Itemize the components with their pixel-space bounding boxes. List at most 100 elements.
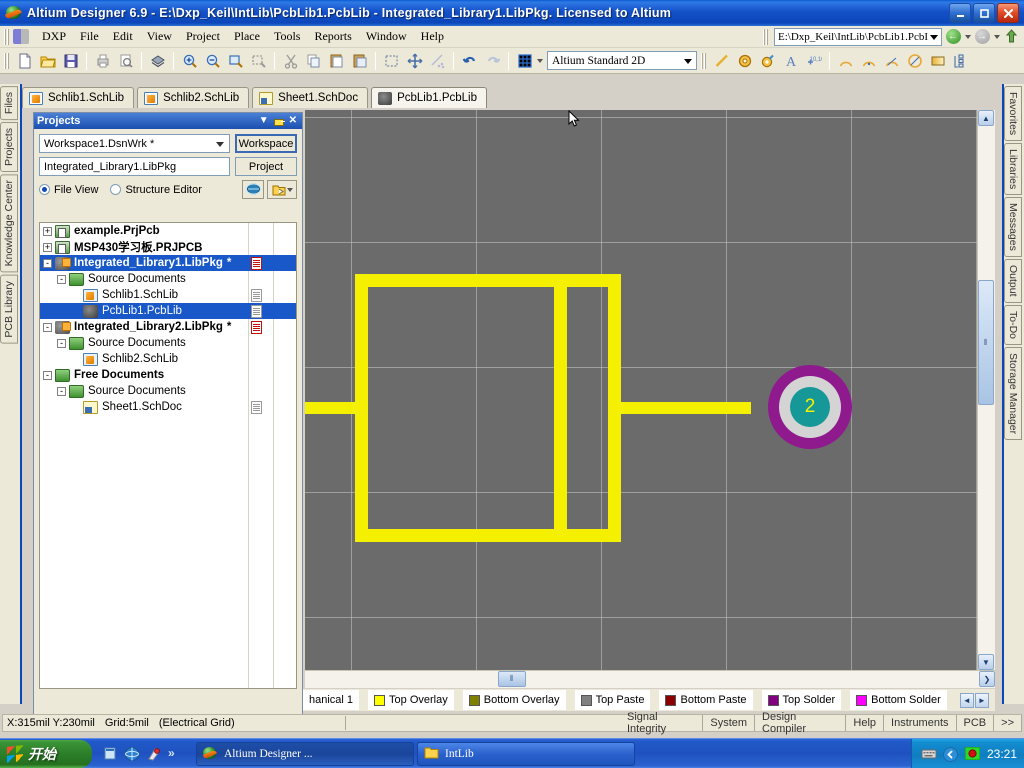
scroll-down-button[interactable]: ▼ [978, 654, 994, 670]
place-via-icon[interactable] [757, 50, 778, 71]
chevron-down-icon[interactable] [684, 59, 692, 64]
menu-item-file[interactable]: File [73, 27, 106, 46]
place-pad-icon[interactable] [734, 50, 755, 71]
zoom-in-icon[interactable] [179, 50, 200, 71]
tree-item[interactable]: - Integrated_Library2.LibPkg * [40, 319, 296, 335]
doc-tab-pcblib1[interactable]: PcbLib1.PcbLib [371, 87, 487, 108]
tree-item[interactable]: - Source Documents [40, 383, 296, 399]
sidebar-tab-messages[interactable]: Messages [1004, 197, 1022, 258]
view-configuration-select[interactable]: Altium Standard 2D [547, 51, 697, 70]
forward-dropdown-icon[interactable] [994, 34, 1000, 39]
copy-icon[interactable] [303, 50, 324, 71]
place-arc-edge-icon[interactable] [858, 50, 879, 71]
menu-item-place[interactable]: Place [227, 27, 267, 46]
footprint-left-lead[interactable] [305, 402, 360, 414]
canvas-horizontal-scrollbar[interactable]: ⦀ ❯ [305, 670, 995, 688]
place-arc-center-icon[interactable] [835, 50, 856, 71]
pcb-pad-2[interactable]: 2 [768, 365, 852, 449]
sidebar-tab-storage-manager[interactable]: Storage Manager [1004, 346, 1022, 441]
new-document-icon[interactable] [14, 50, 35, 71]
close-icon[interactable]: ✕ [289, 116, 297, 126]
sidebar-tab-knowledge-center[interactable]: Knowledge Center [0, 174, 18, 273]
taskbar-button-altium[interactable]: Altium Designer ... [196, 741, 414, 766]
zoom-selected-icon[interactable] [248, 50, 269, 71]
chevron-down-icon[interactable] [286, 187, 293, 192]
sidebar-tab-todo[interactable]: To-Do [1004, 304, 1022, 345]
tree-item[interactable]: - Source Documents [40, 271, 296, 287]
arrow-right-icon[interactable]: ► [974, 692, 989, 708]
layer-tab-bottom-solder[interactable]: Bottom Solder [850, 690, 947, 710]
start-button[interactable]: 开始 [0, 739, 92, 768]
expand-icon[interactable]: + [43, 226, 52, 236]
zoom-area-icon[interactable] [225, 50, 246, 71]
grid-dropdown-icon[interactable] [537, 58, 543, 63]
collapse-icon[interactable]: - [57, 338, 66, 348]
canvas-vertical-scrollbar[interactable]: ▲ ⦀ ▼ [977, 110, 995, 670]
tree-item[interactable]: - Integrated_Library1.LibPkg * [40, 255, 296, 271]
up-folder-button[interactable] [1002, 28, 1020, 46]
chevron-down-icon[interactable] [216, 142, 224, 147]
print-icon[interactable] [92, 50, 113, 71]
keyboard-icon[interactable] [921, 747, 937, 761]
redo-icon[interactable] [482, 50, 503, 71]
internet-explorer-icon[interactable] [124, 746, 140, 762]
undo-icon[interactable] [459, 50, 480, 71]
sidebar-tab-libraries[interactable]: Libraries [1004, 143, 1022, 196]
project-button[interactable]: Project [235, 157, 297, 176]
place-string-icon[interactable]: A [780, 50, 801, 71]
expand-icon[interactable]: + [43, 242, 52, 252]
layer-tab-mechanical1[interactable]: hanical 1 [303, 690, 360, 710]
menu-item-tools[interactable]: Tools [267, 27, 308, 46]
clear-selection-icon[interactable] [427, 50, 448, 71]
move-icon[interactable] [404, 50, 425, 71]
menu-item-help[interactable]: Help [414, 27, 451, 46]
compile-icon[interactable] [242, 180, 264, 199]
project-select[interactable]: Integrated_Library1.LibPkg [39, 157, 230, 176]
back-dropdown-icon[interactable] [965, 34, 971, 39]
layer-tab-bottom-paste[interactable]: Bottom Paste [659, 690, 753, 710]
sidebar-tab-files[interactable]: Files [0, 86, 18, 121]
grid-icon[interactable] [514, 50, 535, 71]
place-coordinate-icon[interactable]: 10,10 [803, 50, 824, 71]
tree-item[interactable]: PcbLib1.PcbLib [40, 303, 296, 319]
workspace-select[interactable]: Workspace1.DsnWrk * [39, 134, 230, 153]
tree-item[interactable]: Schlib2.SchLib [40, 351, 296, 367]
panel-button-instruments[interactable]: Instruments [884, 715, 957, 731]
collapse-icon[interactable]: - [57, 386, 66, 396]
zoom-out-icon[interactable] [202, 50, 223, 71]
structure-editor-radio[interactable] [110, 184, 122, 195]
forward-button[interactable]: → [973, 28, 991, 46]
recording-icon[interactable] [964, 746, 981, 761]
place-arc-any-icon[interactable] [881, 50, 902, 71]
mask-level-button[interactable]: Mask Level [993, 689, 995, 711]
select-area-icon[interactable] [381, 50, 402, 71]
show-desktop-icon[interactable] [102, 746, 118, 762]
maximize-button[interactable] [973, 3, 995, 23]
panel-button-system[interactable]: System [703, 715, 756, 731]
panel-button-pcb[interactable]: PCB [956, 715, 995, 731]
layer-tab-top-solder[interactable]: Top Solder [761, 690, 842, 710]
board-layers-icon[interactable] [147, 50, 168, 71]
toolbar-grip-handle[interactable] [4, 52, 10, 69]
close-button[interactable] [997, 3, 1019, 23]
layer-tab-top-paste[interactable]: Top Paste [574, 690, 651, 710]
pcb-library-canvas[interactable]: 2 [305, 110, 977, 670]
collapse-icon[interactable]: - [43, 258, 52, 268]
tree-item[interactable]: Sheet1.SchDoc [40, 399, 296, 415]
tree-item[interactable]: - Free Documents [40, 367, 296, 383]
menu-grip-handle[interactable] [4, 28, 10, 45]
collapse-icon[interactable]: - [43, 322, 52, 332]
vertical-scroll-thumb[interactable]: ⦀ [978, 280, 994, 405]
panel-button-design-compiler[interactable]: Design Compiler [755, 711, 847, 735]
address-grip-handle[interactable] [763, 28, 769, 45]
print-preview-icon[interactable] [115, 50, 136, 71]
save-icon[interactable] [60, 50, 81, 71]
file-view-radio[interactable] [39, 184, 50, 195]
sidebar-tab-projects[interactable]: Projects [0, 122, 18, 173]
back-button[interactable]: ← [944, 28, 962, 46]
doc-tab-sheet1[interactable]: Sheet1.SchDoc [252, 87, 369, 108]
chevron-down-icon[interactable] [930, 34, 938, 40]
component-wizard-icon[interactable] [950, 50, 971, 71]
footprint-outline-rect[interactable] [355, 274, 621, 542]
tree-item[interactable]: - Source Documents [40, 335, 296, 351]
